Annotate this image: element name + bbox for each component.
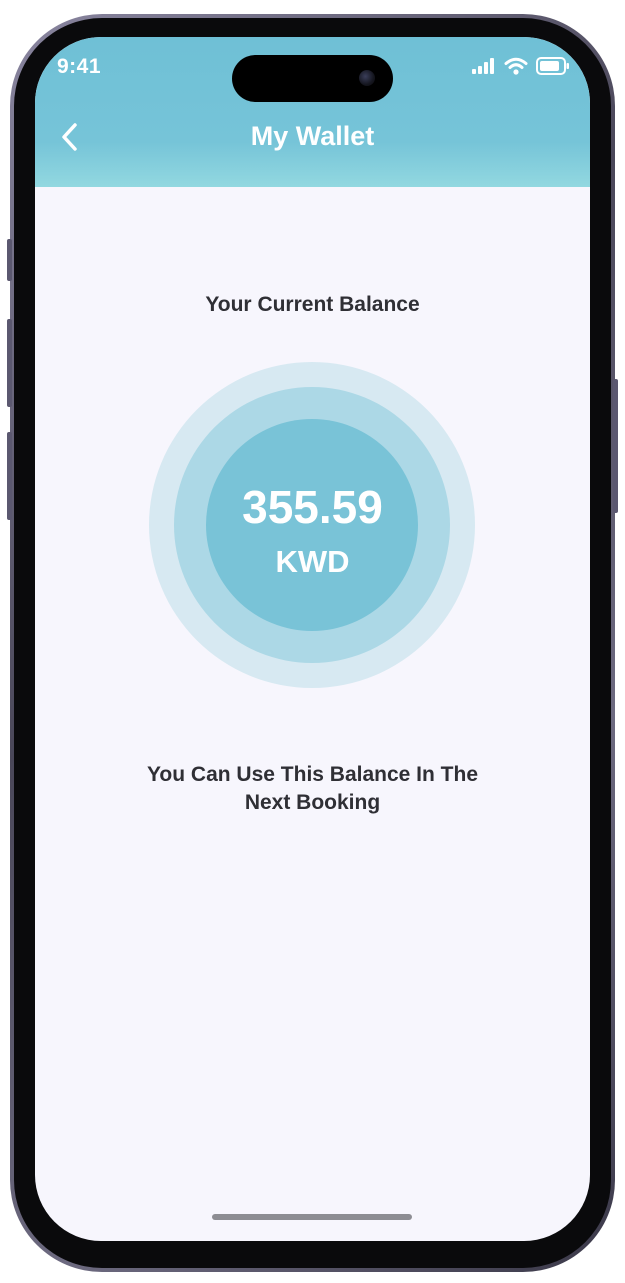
note-line-2: Next Booking xyxy=(244,791,381,814)
app-screen: 9:41 My Wallet Your Current Balance 355.… xyxy=(35,37,590,1241)
camera-icon xyxy=(359,70,375,86)
status-bar: 9:41 xyxy=(35,37,590,107)
balance-currency: KWD xyxy=(275,544,350,579)
note-line-1: You Can Use This Balance In The xyxy=(146,763,479,786)
battery-icon xyxy=(536,56,570,80)
balance-usage-note: You Can Use This Balance In The Next Boo… xyxy=(95,761,530,817)
balance-label: Your Current Balance xyxy=(205,293,420,316)
wifi-icon xyxy=(504,57,528,80)
status-icons xyxy=(472,56,570,80)
balance-amount: 355.59 xyxy=(242,481,383,533)
app-header: 9:41 My Wallet xyxy=(35,37,590,187)
side-button-volume-down xyxy=(7,432,12,520)
status-time: 9:41 xyxy=(57,55,102,78)
side-button-volume-up xyxy=(7,319,12,407)
side-button-power xyxy=(613,379,618,513)
cellular-signal-icon xyxy=(472,57,496,79)
page-title: My Wallet xyxy=(250,121,375,151)
navigation-bar: My Wallet xyxy=(35,115,590,161)
home-indicator[interactable] xyxy=(212,1214,412,1220)
side-button-action xyxy=(7,239,12,281)
dynamic-island xyxy=(232,55,393,102)
